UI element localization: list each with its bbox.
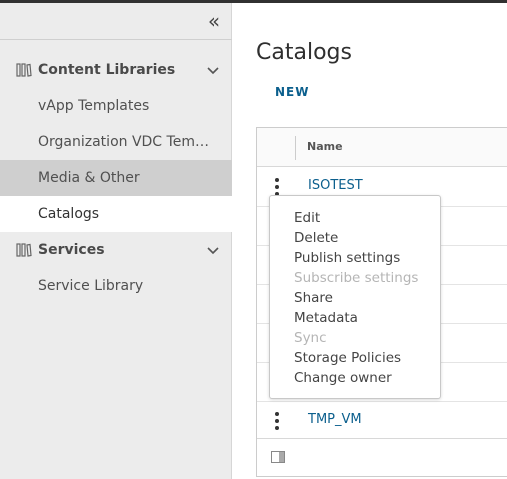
nav-group-label: Content Libraries [38,62,176,78]
menu-item-storage-policies[interactable]: Storage Policies [294,348,401,368]
sidebar-item-vapp-templates[interactable]: vApp Templates [0,88,232,124]
row-actions-menu-icon[interactable] [270,177,284,197]
menu-item-delete[interactable]: Delete [294,228,338,248]
library-icon [16,63,32,77]
sidebar-item-media-other[interactable]: Media & Other [0,160,232,196]
grid-header: Name [257,128,507,167]
menu-item-share[interactable]: Share [294,288,333,308]
chevron-down-icon[interactable] [206,66,220,76]
column-separator [295,136,296,160]
collapse-sidebar-icon[interactable]: « [204,11,224,31]
sidebar-item-organization-vdc-templates[interactable]: Organization VDC Templates [0,124,232,160]
menu-item-publish-settings[interactable]: Publish settings [294,248,400,268]
nav-group-label: Services [38,242,105,258]
menu-item-change-owner[interactable]: Change owner [294,368,392,388]
menu-item-edit[interactable]: Edit [294,208,320,228]
library-icon [16,243,32,257]
nav-group-services[interactable]: Services [0,232,232,268]
column-header-name[interactable]: Name [307,140,343,153]
menu-item-subscribe-settings: Subscribe settings [294,270,419,286]
catalog-name-link[interactable]: ISOTEST [308,178,363,193]
column-toggle-icon[interactable] [271,451,285,463]
nav-group-content-libraries[interactable]: Content Libraries [0,52,232,88]
page-title: Catalogs [256,39,352,65]
menu-item-metadata[interactable]: Metadata [294,308,358,328]
grid-footer [257,438,507,477]
sidebar-divider [0,39,232,40]
chevron-down-icon[interactable] [206,246,220,256]
row-actions-menu-icon[interactable] [270,411,284,431]
table-row: TMP_VM [257,401,507,440]
sidebar-item-catalogs[interactable]: Catalogs [0,196,232,232]
sidebar: « Content Libraries vApp Templates Organ… [0,3,232,479]
catalog-name-link[interactable]: TMP_VM [308,412,362,427]
sidebar-item-service-library[interactable]: Service Library [0,268,232,304]
new-button[interactable]: NEW [275,85,309,99]
menu-item-sync: Sync [294,330,327,346]
row-context-menu: Edit Delete Publish settings Subscribe s… [269,195,441,399]
